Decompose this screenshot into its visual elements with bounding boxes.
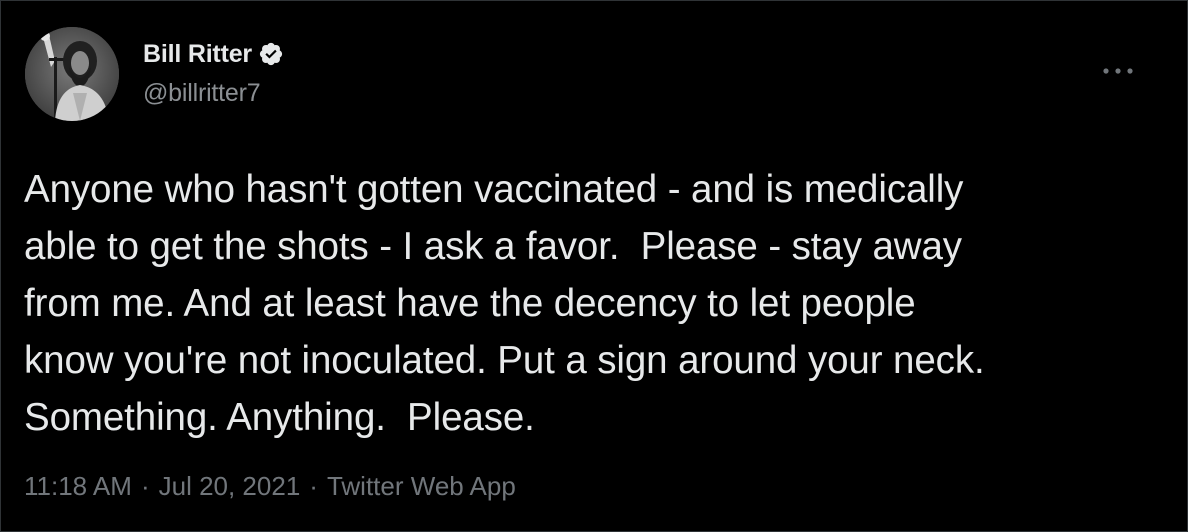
tweet-text: Anyone who hasn't gotten vaccinated - an… <box>24 168 985 439</box>
separator-dot: · <box>309 471 318 501</box>
verified-badge-icon <box>259 42 283 66</box>
name-row: Bill Ritter <box>143 39 284 69</box>
separator-dot: · <box>140 471 150 501</box>
display-name[interactable]: Bill Ritter <box>143 40 252 69</box>
tweet-source[interactable]: Twitter Web App <box>327 471 516 502</box>
author-info: Bill Ritter @billritter7 <box>143 39 284 108</box>
tweet-time[interactable]: 11:18 AM <box>24 471 132 502</box>
avatar[interactable] <box>25 27 119 121</box>
tweet-card: Bill Ritter @billritter7 Anyone who hasn… <box>0 0 1188 532</box>
tweet-date[interactable]: Jul 20, 2021 <box>159 471 301 502</box>
more-options-icon[interactable] <box>1101 61 1135 81</box>
tweet-metadata: 11:18 AM · Jul 20, 2021 · Twitter Web Ap… <box>24 471 516 502</box>
tweet-header: Bill Ritter @billritter7 <box>25 27 1165 123</box>
user-handle[interactable]: @billritter7 <box>143 79 284 108</box>
avatar-photo <box>25 27 119 121</box>
